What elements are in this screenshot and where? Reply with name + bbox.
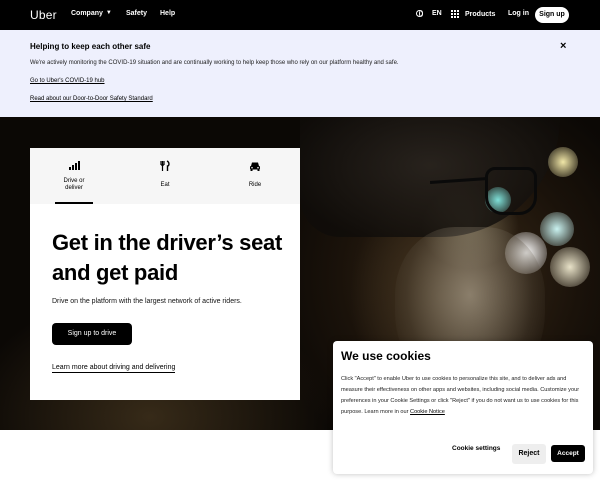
learn-more-link[interactable]: Learn more about driving and delivering: [52, 364, 176, 373]
nav-company-label: Company: [71, 10, 103, 17]
accept-button[interactable]: Accept: [551, 445, 585, 462]
safety-standard-link[interactable]: Read about our Door-to-Door Safety Stand…: [30, 96, 153, 102]
tab-drive-or-deliver[interactable]: Drive or deliver: [54, 148, 94, 204]
nav-safety[interactable]: Safety: [126, 10, 147, 17]
signup-button[interactable]: Sign up: [535, 7, 569, 23]
grid-icon: [451, 10, 459, 18]
chevron-down-icon: ▼: [105, 10, 112, 16]
cookie-body-text: Click "Accept" to enable Uber to use coo…: [341, 376, 580, 415]
signup-to-drive-button[interactable]: Sign up to drive: [52, 323, 132, 345]
bokeh-light: [548, 147, 578, 177]
tab-drive-label: Drive or deliver: [63, 178, 85, 191]
tab-ride[interactable]: Ride: [235, 148, 275, 204]
login-link[interactable]: Log in: [508, 10, 529, 17]
tab-eat-label: Eat: [160, 182, 170, 188]
language-label: EN: [432, 10, 442, 17]
bokeh-light: [550, 247, 590, 287]
nav-company[interactable]: Company ▼: [71, 10, 112, 17]
nav-products[interactable]: Products: [451, 10, 495, 18]
cookie-title: We use cookies: [341, 349, 431, 363]
tab-eat[interactable]: Eat: [145, 148, 185, 204]
globe-icon: [416, 10, 423, 17]
car-icon: [250, 162, 260, 171]
bar-signal-icon: [69, 161, 80, 170]
hero-glasses: [485, 167, 537, 215]
driver-signup-card: Drive or deliver Eat Ride Get in the dri…: [30, 148, 300, 400]
covid-hub-link[interactable]: Go to Uber's COVID-19 hub: [30, 78, 105, 84]
page-title: Get in the driver’s seat and get paid: [52, 230, 282, 285]
uber-logo[interactable]: Uber: [30, 8, 57, 22]
close-icon[interactable]: ×: [560, 41, 566, 52]
nav-help[interactable]: Help: [160, 10, 175, 17]
bokeh-light: [540, 212, 574, 246]
safety-banner: Helping to keep each other safe We're ac…: [0, 30, 600, 117]
cookie-body: Click "Accept" to enable Uber to use coo…: [341, 374, 589, 418]
language-selector[interactable]: EN: [416, 10, 442, 17]
products-label: Products: [465, 10, 496, 18]
cookie-notice-link[interactable]: Cookie Notice: [410, 409, 445, 415]
top-nav: Uber Company ▼ Safety Help EN Products Lo…: [0, 0, 600, 30]
tab-ride-label: Ride: [248, 182, 262, 188]
reject-button[interactable]: Reject: [512, 444, 546, 464]
card-subtitle: Drive on the platform with the largest n…: [52, 298, 242, 305]
cookie-settings-button[interactable]: Cookie settings: [452, 445, 500, 452]
active-tab-indicator: [55, 202, 93, 204]
fork-knife-icon: [160, 160, 170, 171]
banner-text: We're actively monitoring the COVID-19 s…: [30, 60, 399, 66]
cookie-dialog: We use cookies Click "Accept" to enable …: [333, 341, 593, 474]
banner-title: Helping to keep each other safe: [30, 42, 151, 51]
service-tabs: Drive or deliver Eat Ride: [30, 148, 300, 204]
